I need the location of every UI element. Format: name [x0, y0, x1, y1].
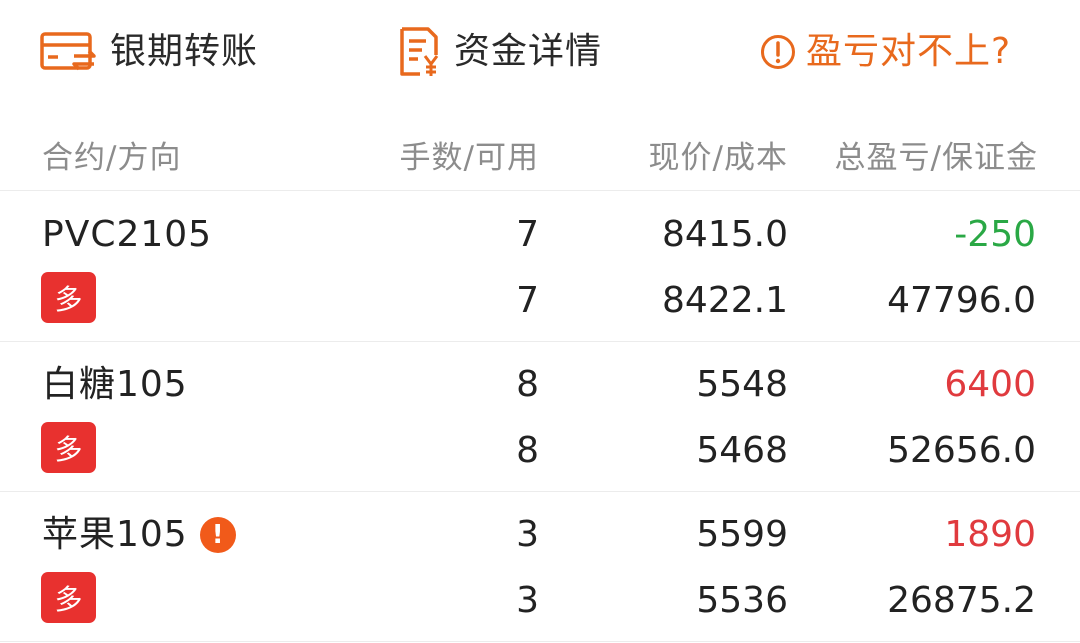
direction-badge: 多: [41, 422, 96, 473]
position-row[interactable]: PVC2105 多 7 7 8415.0 8422.1 -250 47796.0: [0, 191, 1080, 342]
alert-circle-icon: [760, 34, 796, 70]
pnl-mismatch-help-label: 盈亏对不上?: [806, 31, 1012, 72]
bank-futures-transfer-button[interactable]: 银期转账: [40, 24, 258, 80]
fund-document-icon: [398, 26, 442, 78]
current-price-value: 8415.0: [662, 214, 788, 255]
warning-icon[interactable]: !: [199, 517, 236, 553]
contract-name: 苹果105 !: [42, 517, 236, 553]
positions-page: 银期转账 资金详情 盈亏对不上? 合约/方向 手数/可用 现价/成本 总盈亏/保…: [0, 0, 1080, 643]
header-contract-direction: 合约/方向: [42, 140, 182, 176]
lots-value: 7: [516, 214, 539, 255]
margin-value: 52656.0: [887, 430, 1036, 471]
header-lots-available: 手数/可用: [399, 140, 539, 176]
total-pnl-value: 1890: [944, 514, 1036, 555]
contract-name: 白糖105: [42, 367, 188, 403]
positions-table-header: 合约/方向 手数/可用 现价/成本 总盈亏/保证金: [0, 120, 1080, 191]
available-value: 3: [516, 580, 539, 621]
current-price-value: 5548: [696, 364, 788, 405]
available-value: 7: [516, 280, 539, 321]
header-pnl-margin: 总盈亏/保证金: [834, 140, 1038, 176]
direction-badge: 多: [41, 272, 96, 323]
available-value: 8: [516, 430, 539, 471]
pnl-mismatch-help-button[interactable]: 盈亏对不上?: [760, 24, 1011, 80]
bank-futures-transfer-label: 银期转账: [110, 31, 259, 72]
lots-value: 3: [516, 514, 539, 555]
lots-value: 8: [516, 364, 539, 405]
position-row[interactable]: 白糖105 多 8 8 5548 5468 6400 52656.0: [0, 341, 1080, 492]
current-price-value: 5599: [696, 514, 788, 555]
direction-badge: 多: [41, 572, 96, 623]
contract-label: 白糖105: [42, 364, 188, 405]
position-row[interactable]: 苹果105 ! 多 3 3 5599 5536 1890 26875.2: [0, 491, 1080, 642]
cost-value: 8422.1: [662, 280, 788, 321]
margin-value: 47796.0: [887, 280, 1036, 321]
cost-value: 5536: [696, 580, 788, 621]
contract-name: PVC2105: [42, 217, 212, 253]
total-pnl-value: -250: [954, 214, 1036, 255]
fund-details-label: 资金详情: [454, 31, 603, 72]
cost-value: 5468: [696, 430, 788, 471]
header-price-cost: 现价/成本: [648, 140, 788, 176]
contract-label: 苹果105: [42, 514, 188, 555]
bank-transfer-icon: [40, 30, 96, 74]
action-bar: 银期转账 资金详情 盈亏对不上?: [0, 0, 1080, 110]
margin-value: 26875.2: [887, 580, 1036, 621]
fund-details-button[interactable]: 资金详情: [398, 24, 602, 80]
contract-label: PVC2105: [42, 214, 213, 255]
total-pnl-value: 6400: [944, 364, 1036, 405]
